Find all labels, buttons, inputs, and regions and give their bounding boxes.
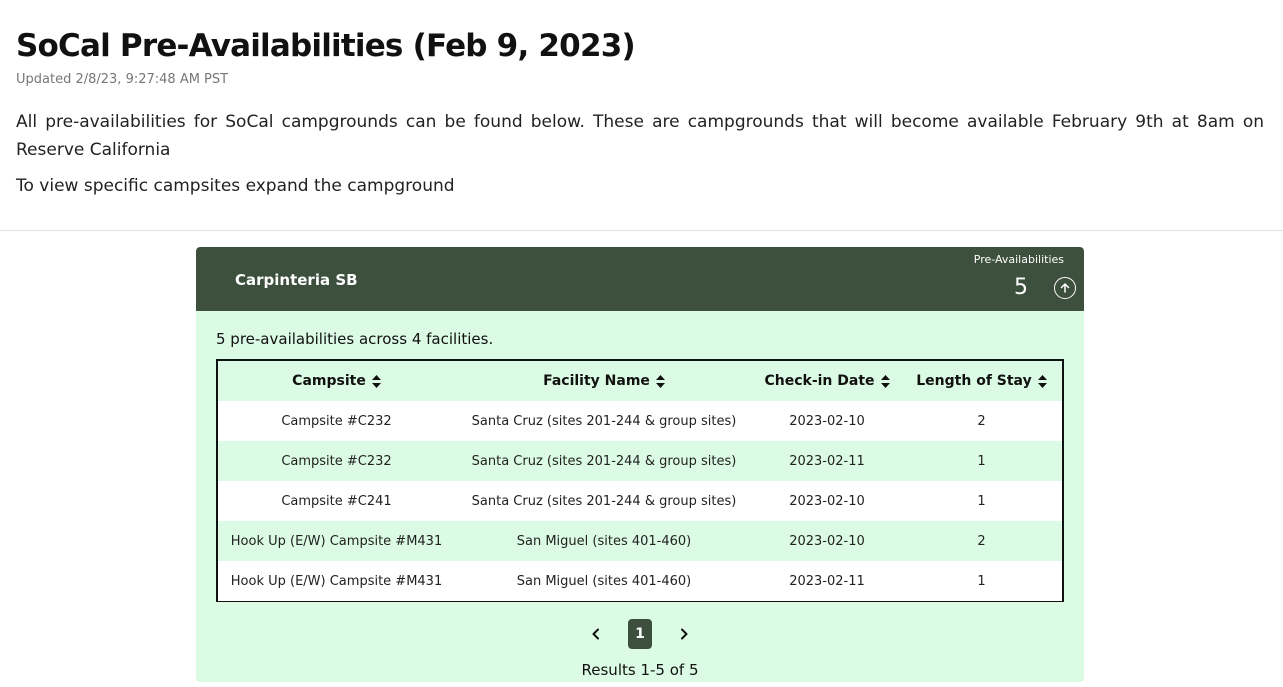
sort-icon	[655, 374, 665, 388]
column-header-length-of-stay[interactable]: Length of Stay	[901, 361, 1062, 401]
page-title: SoCal Pre-Availabilities (Feb 9, 2023)	[16, 28, 636, 64]
column-label: Facility Name	[543, 373, 650, 389]
table-row: Campsite #C241 Santa Cruz (sites 201-244…	[218, 481, 1062, 521]
intro-text: All pre-availabilities for SoCal campgro…	[16, 112, 1264, 160]
chevron-left-icon[interactable]	[587, 625, 605, 643]
availability-summary: 5 pre-availabilities across 4 facilities…	[216, 330, 494, 348]
facility-cell: Santa Cruz (sites 201-244 & group sites)	[471, 493, 737, 509]
column-label: Check-in Date	[764, 373, 875, 389]
length-of-stay-cell: 1	[977, 493, 986, 509]
table-row: Campsite #C232 Santa Cruz (sites 201-244…	[218, 401, 1062, 441]
campsite-cell: Hook Up (E/W) Campsite #M431	[230, 573, 443, 589]
campground-header[interactable]: Carpinteria SB Pre-Availabilities 5	[196, 247, 1084, 311]
table-row: Hook Up (E/W) Campsite #M431 San Miguel …	[218, 561, 1062, 601]
column-header-facility-name[interactable]: Facility Name	[455, 361, 753, 401]
results-count: Results 1-5 of 5	[581, 661, 699, 679]
updated-timestamp: Updated 2/8/23, 9:27:48 AM PST	[16, 72, 229, 87]
facility-cell: San Miguel (sites 401-460)	[516, 573, 692, 589]
hint-text: To view specific campsites expand the ca…	[16, 176, 455, 196]
campsite-cell: Campsite #C232	[281, 413, 392, 429]
divider	[0, 230, 1283, 231]
column-label: Length of Stay	[916, 373, 1032, 389]
column-header-check-in-date[interactable]: Check-in Date	[753, 361, 901, 401]
column-header-campsite[interactable]: Campsite	[218, 361, 455, 401]
length-of-stay-cell: 2	[977, 533, 986, 549]
chevron-right-icon[interactable]	[675, 625, 693, 643]
check-in-cell: 2023-02-11	[789, 573, 865, 589]
campsite-cell: Hook Up (E/W) Campsite #M431	[230, 533, 443, 549]
campsite-cell: Campsite #C232	[281, 453, 392, 469]
pre-availabilities-label: Pre-Availabilities	[973, 253, 1064, 266]
pre-availabilities-count: 5	[1014, 275, 1028, 300]
page-button-current[interactable]: 1	[628, 619, 652, 649]
facility-cell: Santa Cruz (sites 201-244 & group sites)	[471, 453, 737, 469]
table-row: Hook Up (E/W) Campsite #M431 San Miguel …	[218, 521, 1062, 561]
length-of-stay-cell: 1	[977, 453, 986, 469]
arrow-up-circle-icon[interactable]	[1054, 277, 1076, 299]
sort-icon	[371, 374, 381, 388]
table-row: Campsite #C232 Santa Cruz (sites 201-244…	[218, 441, 1062, 481]
campground-card: Carpinteria SB Pre-Availabilities 5 5 pr…	[196, 247, 1084, 682]
table-header-row: Campsite Facility Name Check-in Date Len…	[218, 361, 1062, 401]
length-of-stay-cell: 2	[977, 413, 986, 429]
sort-icon	[880, 374, 890, 388]
check-in-cell: 2023-02-10	[789, 533, 865, 549]
pagination: 1	[196, 619, 1084, 649]
length-of-stay-cell: 1	[977, 573, 986, 589]
facility-cell: Santa Cruz (sites 201-244 & group sites)	[471, 413, 737, 429]
sort-icon	[1037, 374, 1047, 388]
campground-name: Carpinteria SB	[235, 271, 358, 289]
check-in-cell: 2023-02-10	[789, 493, 865, 509]
column-label: Campsite	[292, 373, 366, 389]
check-in-cell: 2023-02-10	[789, 413, 865, 429]
check-in-cell: 2023-02-11	[789, 453, 865, 469]
facility-cell: San Miguel (sites 401-460)	[516, 533, 692, 549]
availability-table: Campsite Facility Name Check-in Date Len…	[216, 359, 1064, 602]
campsite-cell: Campsite #C241	[281, 493, 392, 509]
